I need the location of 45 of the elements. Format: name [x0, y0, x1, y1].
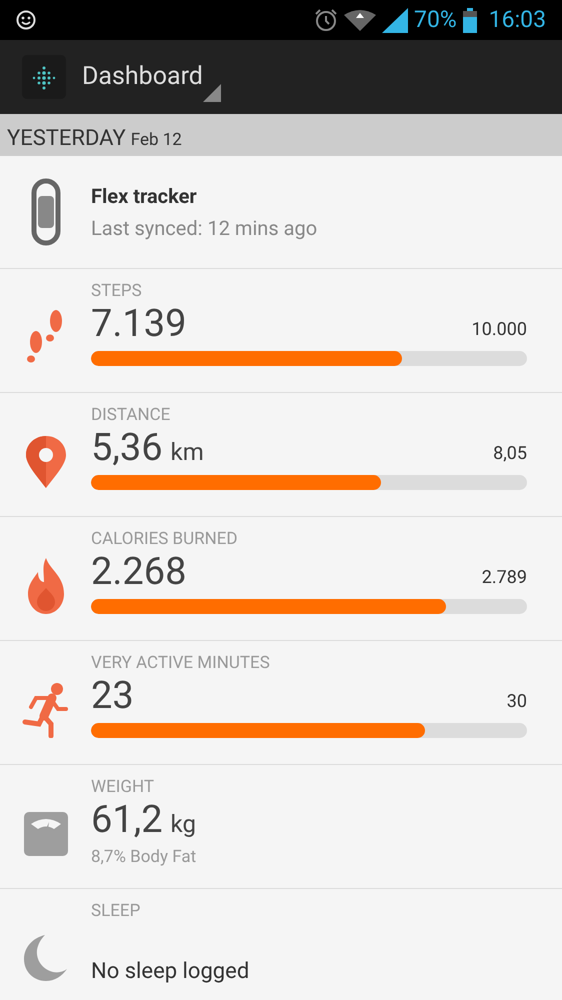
tile-label: DISTANCE	[91, 405, 172, 425]
goal-value: 2.789	[482, 566, 527, 590]
sync-status: Last synced: 12 mins ago	[91, 215, 318, 242]
battery-icon	[462, 8, 477, 32]
tile-value: 61,2	[91, 797, 163, 843]
tile-label: VERY ACTIVE MINUTES	[91, 653, 271, 673]
tile-label: WEIGHT	[91, 777, 155, 797]
dropdown-corner-icon	[202, 84, 221, 102]
wifi-icon	[344, 9, 376, 31]
signal-icon	[382, 8, 408, 32]
device-row[interactable]: Flex tracker Last synced: 12 mins ago	[0, 156, 562, 269]
tile-value: 5,36	[91, 425, 163, 471]
tile-label: CALORIES BURNED	[91, 529, 239, 549]
map-pin-icon	[26, 436, 66, 488]
sleep-message: No sleep logged	[91, 958, 250, 986]
alarm-icon	[314, 8, 338, 32]
view-dropdown[interactable]: Dashboard	[82, 48, 221, 106]
tile-value: 2.268	[91, 549, 186, 595]
section-title: YESTERDAY	[7, 125, 126, 153]
stat-tile[interactable]: SLEEP No sleep logged	[0, 889, 562, 1000]
tile-detail: 8,7% Body Fat	[91, 846, 198, 869]
tile-unit: km	[170, 437, 204, 468]
goal-value: 8,05	[493, 442, 527, 466]
stat-tile[interactable]: DISTANCE 5,36 km 8,05	[0, 393, 562, 517]
device-name: Flex tracker	[91, 183, 198, 210]
tile-value: 7.139	[91, 301, 186, 347]
section-date: Feb 12	[130, 129, 182, 152]
tile-label: STEPS	[91, 281, 143, 301]
moon-icon	[22, 934, 68, 982]
stat-tile[interactable]: WEIGHT 61,2 kg 8,7% Body Fat	[0, 765, 562, 889]
battery-percent: 70%	[414, 4, 457, 35]
clock: 16:03	[488, 4, 546, 35]
goal-value: 30	[506, 690, 527, 714]
stat-tile[interactable]: STEPS 7.139 10.000	[0, 269, 562, 393]
app-logo-icon[interactable]	[22, 55, 66, 99]
tile-value: 23	[91, 673, 134, 719]
stat-tile[interactable]: CALORIES BURNED 2.268 2.789	[0, 517, 562, 641]
smiley-icon	[16, 10, 36, 30]
goal-value: 10.000	[472, 318, 527, 342]
stat-tile[interactable]: VERY ACTIVE MINUTES 23 30	[0, 641, 562, 765]
wristband-icon	[30, 178, 60, 246]
scale-icon	[22, 810, 68, 856]
tile-unit: kg	[170, 809, 196, 840]
tile-label: SLEEP	[91, 901, 142, 921]
running-person-icon	[22, 682, 70, 738]
